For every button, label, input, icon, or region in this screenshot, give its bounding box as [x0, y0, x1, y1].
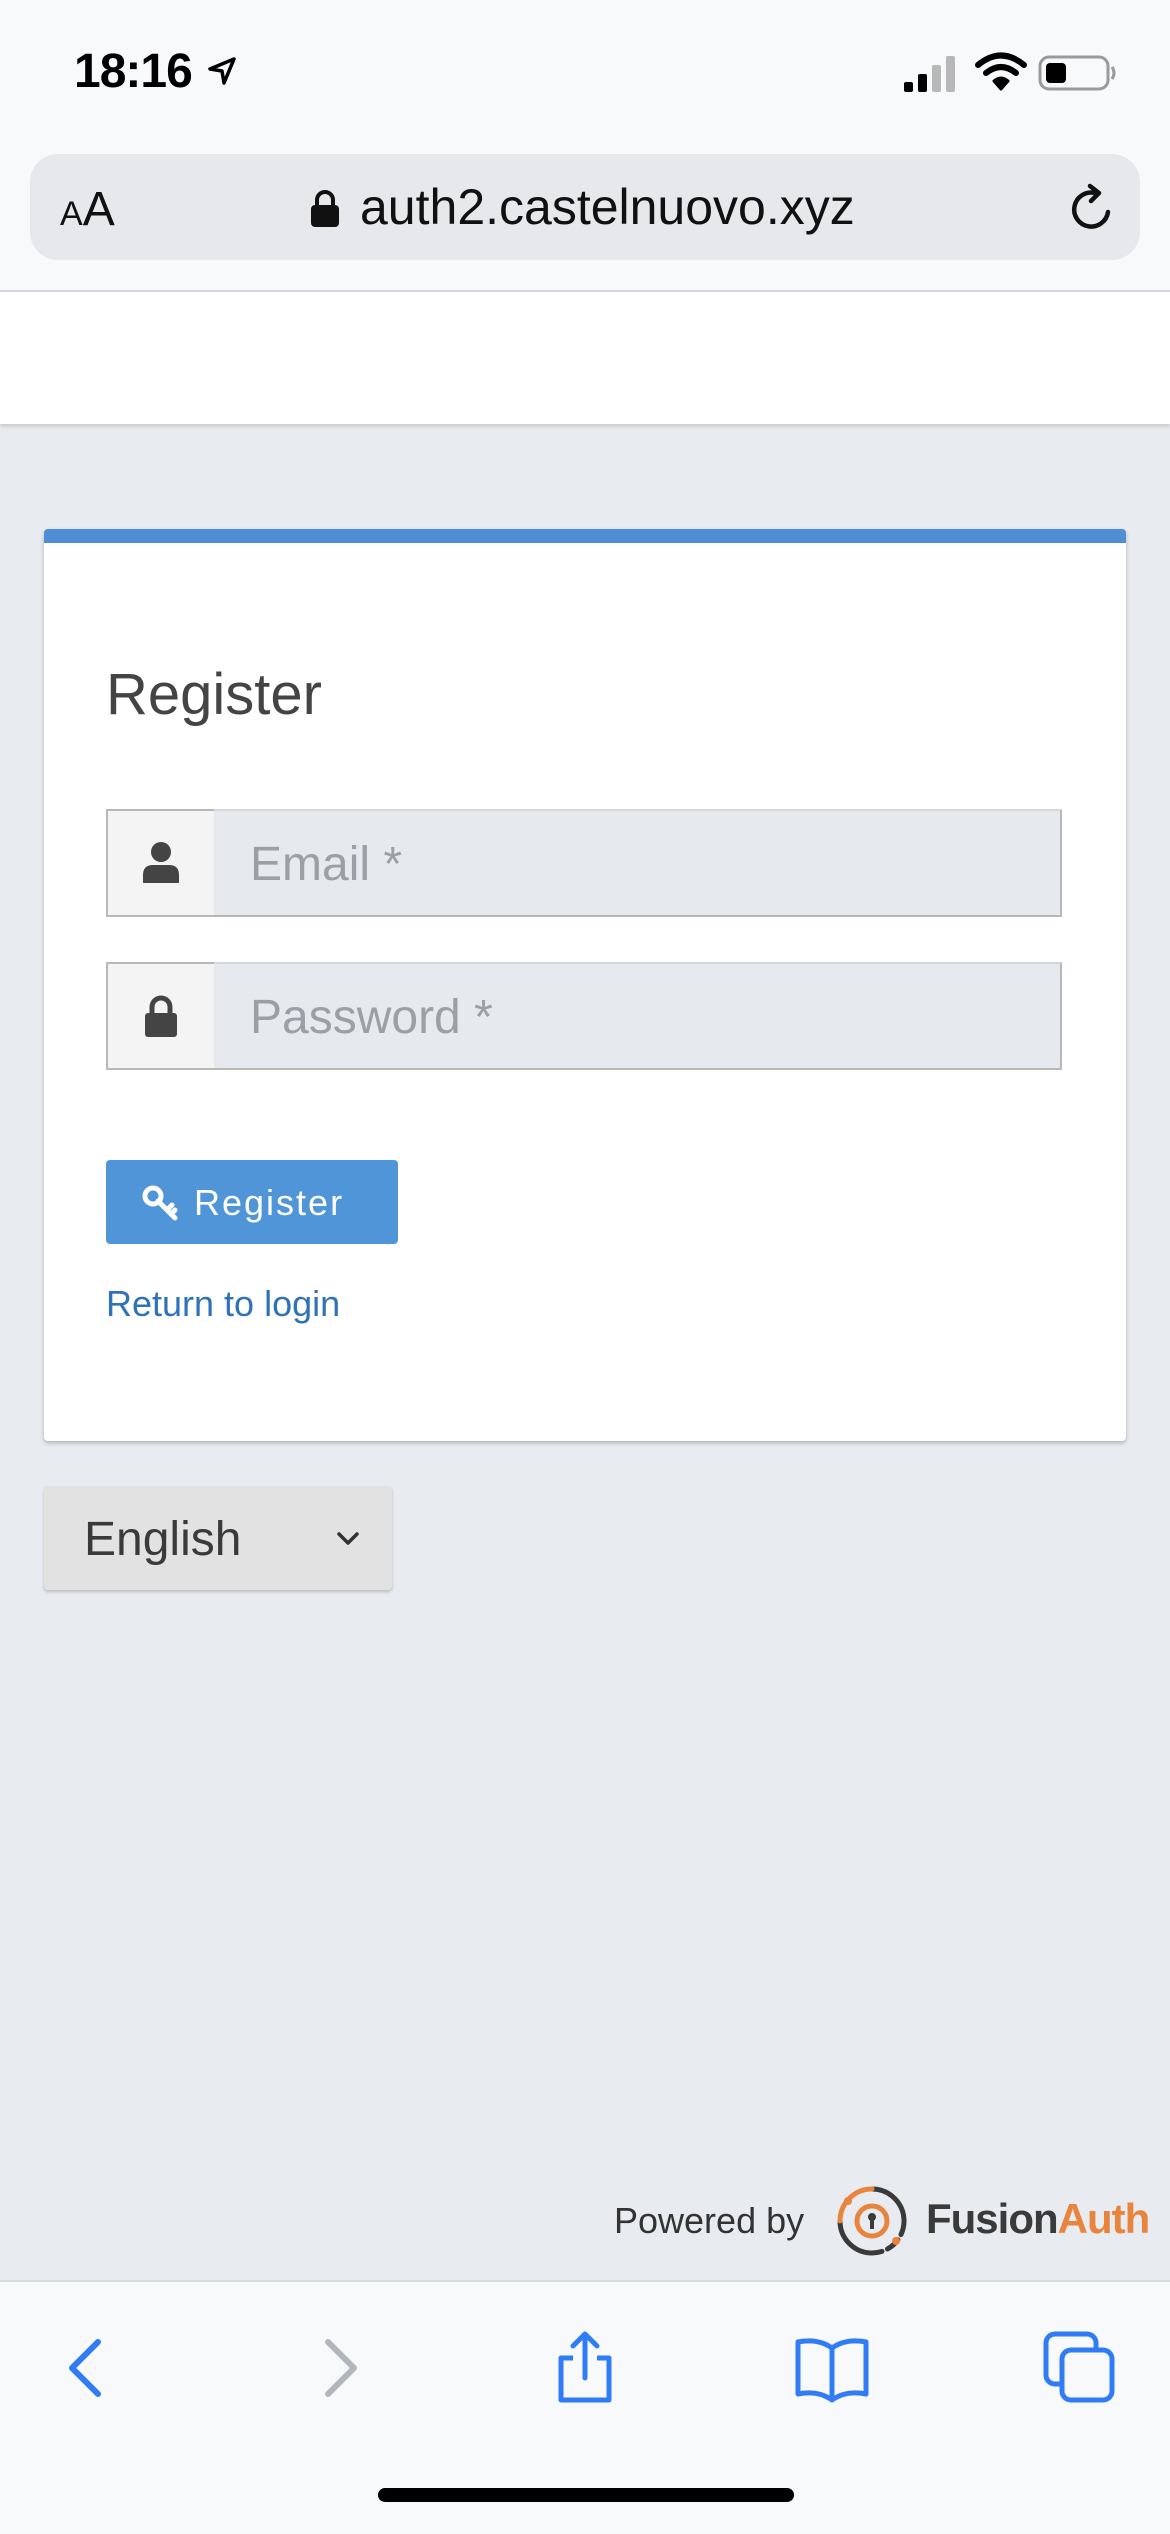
brand-fusion: Fusion: [926, 2195, 1059, 2242]
text-size-small-label: A: [60, 195, 83, 233]
status-time: 18:16: [74, 45, 193, 98]
language-select[interactable]: English: [44, 1486, 392, 1590]
password-placeholder: Password *: [250, 991, 493, 1044]
url-text[interactable]: auth2.castelnuovo.xyz: [360, 178, 855, 236]
fusionauth-logo-icon: [837, 2186, 907, 2256]
powered-by-label: Powered by: [614, 2200, 805, 2241]
browser-address-area: AA auth2.castelnuovo.xyz: [0, 150, 1170, 292]
battery-icon: [1038, 55, 1116, 91]
email-field: Email *: [106, 809, 1064, 917]
page-header: [0, 292, 1170, 424]
email-placeholder: Email *: [250, 838, 403, 891]
brand-auth: Auth: [1057, 2195, 1151, 2242]
user-icon: [143, 842, 179, 883]
wifi-icon: [975, 52, 1027, 91]
lock-icon: [311, 190, 339, 227]
forward-icon[interactable]: [300, 2330, 376, 2406]
reload-icon[interactable]: [1065, 182, 1119, 236]
tabs-icon[interactable]: [1042, 2330, 1118, 2406]
email-input[interactable]: Email *: [214, 809, 1062, 917]
password-input[interactable]: Password *: [214, 962, 1062, 1070]
lock-icon: [145, 995, 177, 1037]
email-addon: [106, 809, 214, 917]
share-icon[interactable]: [547, 2330, 623, 2406]
status-bar: 18:16: [0, 0, 1170, 150]
text-size-big-label: A: [82, 183, 115, 236]
text-size-button[interactable]: AA: [60, 182, 115, 237]
language-selected-value: English: [84, 1513, 242, 1566]
bookmarks-icon[interactable]: [794, 2330, 870, 2406]
password-field: Password *: [106, 962, 1064, 1070]
location-arrow-icon: [208, 57, 236, 85]
address-bar[interactable]: AA auth2.castelnuovo.xyz: [30, 154, 1140, 260]
return-to-login-link[interactable]: Return to login: [106, 1283, 340, 1325]
back-icon[interactable]: [50, 2330, 126, 2406]
register-button[interactable]: Register: [106, 1160, 398, 1244]
chevron-down-icon: [337, 1532, 359, 1545]
password-addon: [106, 962, 214, 1070]
page-title: Register: [106, 662, 322, 727]
fusionauth-wordmark: FusionAuth: [926, 2195, 1151, 2243]
register-panel: Register Email * Password * Register Ret…: [44, 529, 1126, 1441]
home-indicator[interactable]: [378, 2488, 794, 2502]
cellular-signal-icon: [904, 56, 955, 92]
register-button-label: Register: [194, 1182, 345, 1223]
key-icon: [142, 1185, 178, 1221]
